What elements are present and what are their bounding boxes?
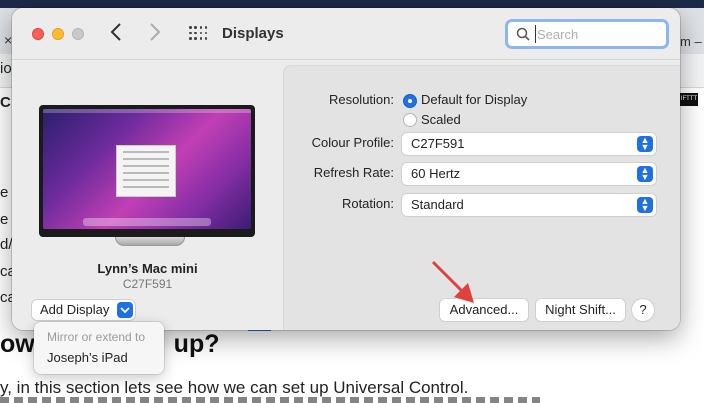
browser-tab-title-fragment[interactable]: m – bbox=[680, 34, 702, 49]
colour-profile-label: Colour Profile: bbox=[311, 135, 394, 150]
search-input[interactable] bbox=[535, 25, 660, 43]
bg-text-fragment: C bbox=[0, 94, 11, 111]
monitor-wallpaper bbox=[43, 109, 251, 229]
forward-chevron-icon[interactable] bbox=[149, 22, 169, 46]
radio-default-label[interactable]: Default for Display bbox=[421, 92, 527, 107]
add-display-menu: Mirror or extend to Joseph’s iPad bbox=[34, 322, 164, 374]
select-arrows-icon: ▲ ▼ bbox=[637, 197, 653, 213]
tab-close-icon[interactable]: × bbox=[4, 32, 12, 48]
bg-paragraph-next-line bbox=[0, 397, 540, 403]
settings-panel: Resolution: Default for Display Scaled C… bbox=[283, 65, 680, 330]
colour-profile-label-wrap: Colour Profile: bbox=[284, 135, 394, 153]
desktop-top-bar bbox=[0, 0, 704, 8]
night-shift-button[interactable]: Night Shift... bbox=[536, 299, 625, 321]
back-chevron-icon[interactable] bbox=[110, 22, 130, 46]
bg-text-fragment: e bbox=[0, 211, 9, 228]
bg-text-fragment: io bbox=[0, 60, 12, 77]
radio-scaled[interactable] bbox=[403, 113, 417, 127]
add-display-button[interactable]: Add Display bbox=[32, 300, 135, 320]
minimize-window-button[interactable] bbox=[52, 28, 64, 40]
colour-profile-select[interactable]: C27F591 ▲ ▼ bbox=[402, 133, 656, 155]
refresh-rate-label-wrap: Refresh Rate: bbox=[284, 165, 394, 183]
radio-default-for-display[interactable] bbox=[403, 94, 417, 108]
monitor-preview bbox=[39, 105, 255, 237]
rotation-value: Standard bbox=[411, 197, 464, 212]
bg-paragraph: y, in this section lets see how we can s… bbox=[0, 378, 469, 397]
resolution-label: Resolution: bbox=[328, 92, 394, 107]
title-bar: Displays bbox=[12, 8, 680, 60]
show-all-grid-icon[interactable] bbox=[189, 26, 208, 42]
search-field[interactable] bbox=[505, 19, 669, 49]
bg-heading-part-1: ow bbox=[0, 330, 35, 358]
bg-text-fragment: e bbox=[0, 184, 9, 201]
window-title: Displays bbox=[222, 25, 284, 42]
rotation-label-wrap: Rotation: bbox=[284, 196, 394, 214]
help-button[interactable]: ? bbox=[632, 299, 654, 321]
close-window-button[interactable] bbox=[32, 28, 44, 40]
menu-item-ipad[interactable]: Joseph’s iPad bbox=[47, 350, 128, 365]
refresh-rate-label: Refresh Rate: bbox=[313, 165, 394, 180]
displays-window: Displays Lynn’s Mac mini C27F591 Resolut… bbox=[12, 8, 680, 330]
monitor-document-window bbox=[116, 145, 176, 197]
colour-profile-value: C27F591 bbox=[411, 136, 465, 151]
resolution-label-wrap: Resolution: bbox=[284, 92, 394, 110]
monitor-dock bbox=[83, 218, 211, 226]
refresh-rate-select[interactable]: 60 Hertz ▲ ▼ bbox=[402, 163, 656, 185]
radio-scaled-label[interactable]: Scaled bbox=[421, 112, 461, 127]
annotation-arrow-icon bbox=[431, 260, 474, 303]
monitor-menu-bar bbox=[43, 109, 251, 113]
add-display-label: Add Display bbox=[40, 302, 110, 317]
bg-text-fragment: d/ bbox=[0, 236, 13, 253]
rotation-label: Rotation: bbox=[341, 196, 394, 211]
search-icon bbox=[516, 27, 530, 41]
select-arrows-icon: ▲ ▼ bbox=[637, 166, 653, 182]
bg-badge-icon: IFTTT bbox=[680, 93, 698, 106]
menu-header: Mirror or extend to bbox=[47, 330, 146, 344]
select-arrows-icon: ▲ ▼ bbox=[637, 136, 653, 152]
monitor-name: Lynn’s Mac mini bbox=[97, 261, 198, 276]
bg-heading-part-2: up? bbox=[173, 330, 220, 358]
monitor-model: C27F591 bbox=[122, 277, 173, 291]
refresh-rate-value: 60 Hertz bbox=[411, 166, 461, 181]
chevron-down-icon bbox=[117, 302, 133, 318]
zoom-window-button[interactable] bbox=[72, 28, 84, 40]
rotation-select[interactable]: Standard ▲ ▼ bbox=[402, 194, 656, 216]
monitor-stand bbox=[115, 237, 185, 246]
